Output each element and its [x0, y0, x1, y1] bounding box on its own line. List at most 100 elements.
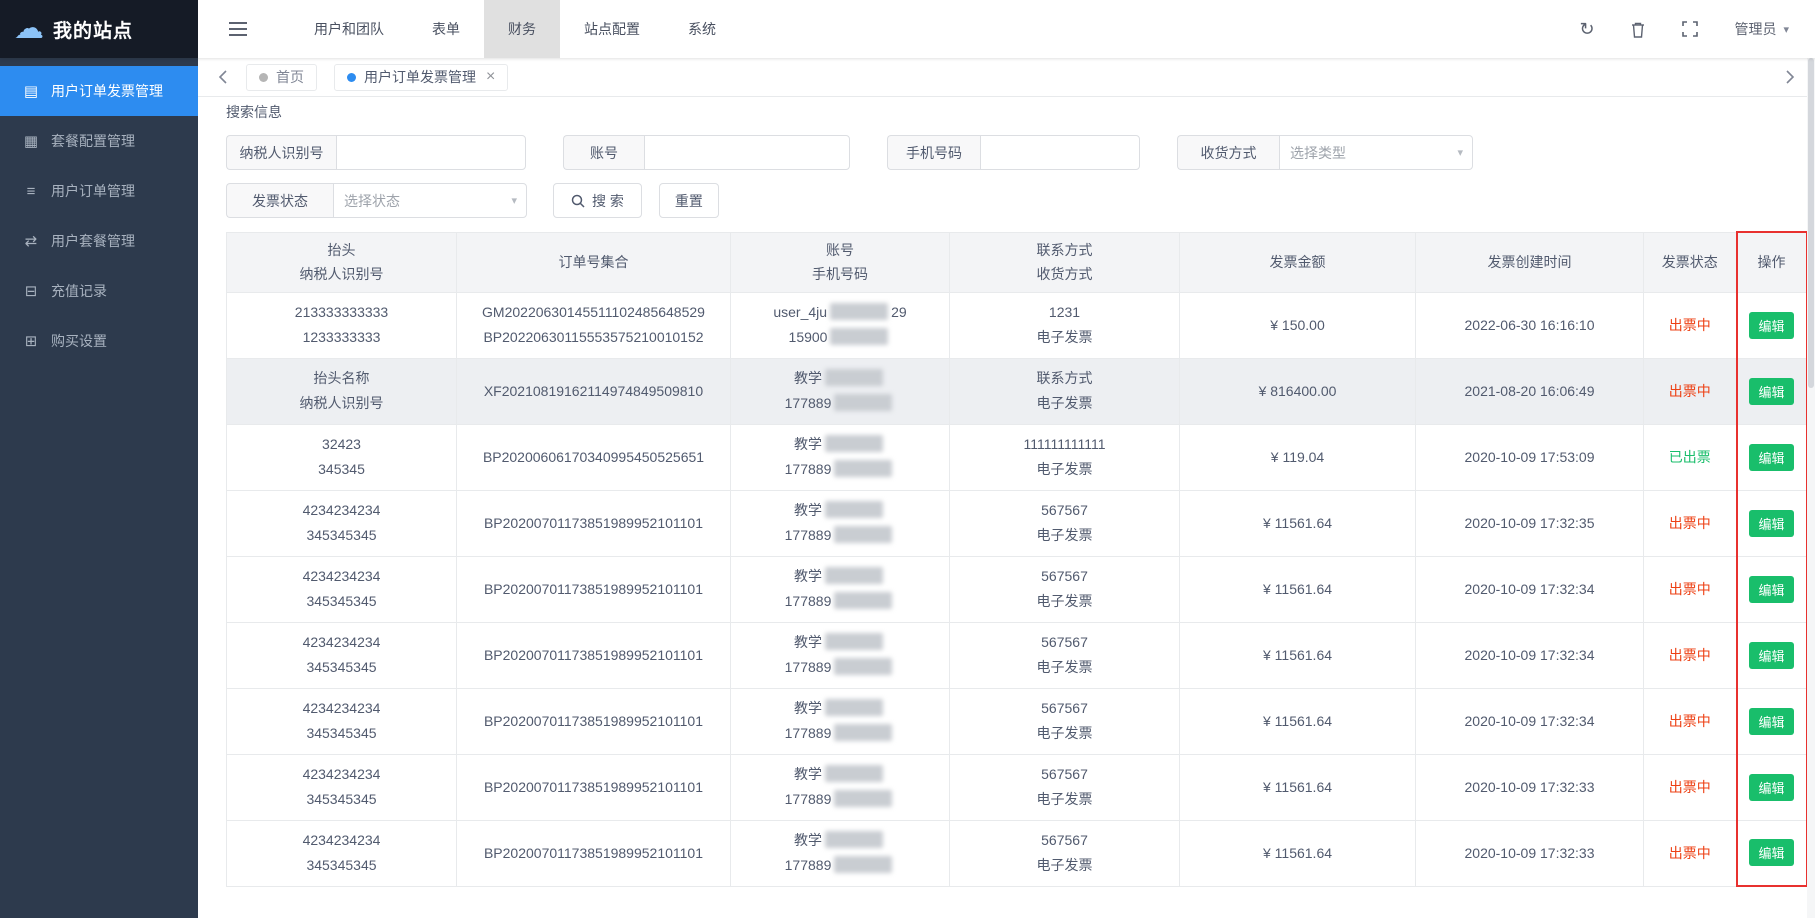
purchase-settings-icon: ⊞	[22, 334, 40, 349]
table-row: 4234234234345345345 BP202007011738519899…	[227, 688, 1807, 754]
search-row-2: 发票状态 选择状态 ▾ 搜 索 重置	[226, 183, 1807, 218]
invoice-status-badge: 出票中	[1669, 581, 1711, 597]
refresh-icon[interactable]: ↻	[1579, 20, 1594, 38]
trash-icon[interactable]	[1630, 21, 1646, 38]
vertical-scrollbar[interactable]	[1807, 58, 1815, 918]
cell-account: 教学 177889	[731, 556, 950, 622]
cell-orders: BP20200701173851989952101101	[457, 622, 731, 688]
invoice-status-badge: 出票中	[1669, 317, 1711, 333]
search-section-title: 搜索信息	[226, 102, 1807, 122]
cell-title: 4234234234345345345	[227, 622, 457, 688]
phone-group: 手机号码	[887, 135, 1140, 170]
topnav-item[interactable]: 系统	[664, 0, 740, 58]
tabs-scroll-left-icon[interactable]	[212, 70, 234, 84]
page-tab[interactable]: 用户订单发票管理 ×	[334, 64, 508, 91]
edit-button[interactable]: 编辑	[1749, 774, 1793, 801]
table-row: 32423345345 BP20200606170340995450525651…	[227, 424, 1807, 490]
invoice-status-select[interactable]: 选择状态 ▾	[333, 183, 527, 218]
column-header-created: 发票创建时间	[1416, 232, 1644, 292]
sidebar-collapse-icon[interactable]	[228, 21, 248, 37]
redacted-account	[825, 699, 883, 716]
column-header-amount: 发票金额	[1180, 232, 1416, 292]
redacted-phone	[834, 790, 892, 807]
cell-amount: ¥ 11561.64	[1180, 688, 1416, 754]
sidebar-item-label: 充值记录	[51, 281, 107, 301]
top-nav: 用户和团队 表单 财务 站点配置 系统	[290, 0, 740, 58]
taxpayer-id-input[interactable]	[336, 135, 526, 170]
cell-account: 教学 177889	[731, 490, 950, 556]
site-name: 我的站点	[53, 16, 133, 43]
cell-created: 2020-10-09 17:32:33	[1416, 820, 1644, 886]
topnav-item[interactable]: 财务	[484, 0, 560, 58]
cell-orders: BP20200701173851989952101101	[457, 490, 731, 556]
cell-created: 2020-10-09 17:53:09	[1416, 424, 1644, 490]
sidebar-item[interactable]: ⇄ 用户套餐管理	[0, 216, 198, 266]
topbar-actions: ↻ 管理员 ▾	[1579, 19, 1789, 39]
taxpayer-id-label: 纳税人识别号	[226, 135, 336, 170]
chevron-down-icon: ▾	[1457, 146, 1463, 159]
cell-account: 教学 177889	[731, 688, 950, 754]
cell-amount: ¥ 119.04	[1180, 424, 1416, 490]
tab-status-dot	[259, 73, 268, 82]
redacted-phone	[830, 328, 888, 345]
tab-label: 首页	[276, 67, 304, 87]
phone-input[interactable]	[980, 135, 1140, 170]
search-button[interactable]: 搜 索	[553, 183, 642, 218]
column-header-title: 抬头纳税人识别号	[227, 232, 457, 292]
admin-menu[interactable]: 管理员 ▾	[1734, 19, 1789, 39]
invoice-status-badge: 出票中	[1669, 845, 1711, 861]
topbar-main: 用户和团队 表单 财务 站点配置 系统 ↻	[198, 0, 1815, 58]
cell-created: 2020-10-09 17:32:34	[1416, 556, 1644, 622]
redacted-phone	[834, 658, 892, 675]
redacted-phone	[834, 856, 892, 873]
topnav-item[interactable]: 站点配置	[560, 0, 664, 58]
sidebar-item[interactable]: ⊟ 充值记录	[0, 266, 198, 316]
invoice-status-badge: 已出票	[1669, 449, 1711, 465]
page-tabs: 首页 用户订单发票管理 ×	[246, 64, 508, 91]
edit-button[interactable]: 编辑	[1749, 708, 1793, 735]
edit-button[interactable]: 编辑	[1749, 378, 1793, 405]
account-input[interactable]	[644, 135, 850, 170]
cell-amount: ¥ 11561.64	[1180, 820, 1416, 886]
topnav-item-label: 表单	[432, 19, 460, 39]
taxpayer-id-group: 纳税人识别号	[226, 135, 526, 170]
edit-button[interactable]: 编辑	[1749, 642, 1793, 669]
sidebar-item-label: 套餐配置管理	[51, 131, 135, 151]
recharge-record-icon: ⊟	[22, 284, 40, 299]
table-body: 2133333333331233333333 GM202206301455111…	[227, 292, 1807, 886]
cell-account: 教学 177889	[731, 820, 950, 886]
redacted-account	[825, 501, 883, 518]
chevron-down-icon: ▾	[1783, 23, 1789, 36]
tab-close-icon[interactable]: ×	[486, 69, 495, 85]
sidebar-item[interactable]: ⊞ 购买设置	[0, 316, 198, 366]
fullscreen-icon[interactable]	[1682, 21, 1698, 37]
cloud-logo-icon: ☁	[14, 14, 44, 44]
sidebar-item[interactable]: ▤ 用户订单发票管理	[0, 66, 198, 116]
sidebar-item[interactable]: ≡ 用户订单管理	[0, 166, 198, 216]
delivery-method-select[interactable]: 选择类型 ▾	[1279, 135, 1473, 170]
edit-button[interactable]: 编辑	[1749, 510, 1793, 537]
edit-button[interactable]: 编辑	[1749, 444, 1793, 471]
tab-label: 用户订单发票管理	[364, 67, 476, 87]
edit-button[interactable]: 编辑	[1749, 576, 1793, 603]
page-tab[interactable]: 首页	[246, 64, 317, 91]
edit-button[interactable]: 编辑	[1749, 312, 1793, 339]
invoice-status-badge: 出票中	[1669, 713, 1711, 729]
cell-status: 出票中	[1644, 688, 1737, 754]
edit-button[interactable]: 编辑	[1749, 839, 1793, 866]
cell-created: 2020-10-09 17:32:34	[1416, 622, 1644, 688]
invoice-status-badge: 出票中	[1669, 779, 1711, 795]
redacted-phone	[834, 460, 892, 477]
sidebar-item[interactable]: ▦ 套餐配置管理	[0, 116, 198, 166]
tabs-scroll-right-icon[interactable]	[1779, 70, 1801, 84]
topnav-item[interactable]: 用户和团队	[290, 0, 408, 58]
topnav-item[interactable]: 表单	[408, 0, 484, 58]
invoice-status-badge: 出票中	[1669, 383, 1711, 399]
invoice-icon: ▤	[22, 84, 40, 99]
package-config-icon: ▦	[22, 134, 40, 149]
reset-button[interactable]: 重置	[659, 183, 719, 218]
topnav-item-label: 财务	[508, 19, 536, 39]
redacted-account	[825, 369, 883, 386]
scrollbar-thumb[interactable]	[1808, 58, 1814, 388]
cell-operation: 编辑	[1737, 490, 1807, 556]
